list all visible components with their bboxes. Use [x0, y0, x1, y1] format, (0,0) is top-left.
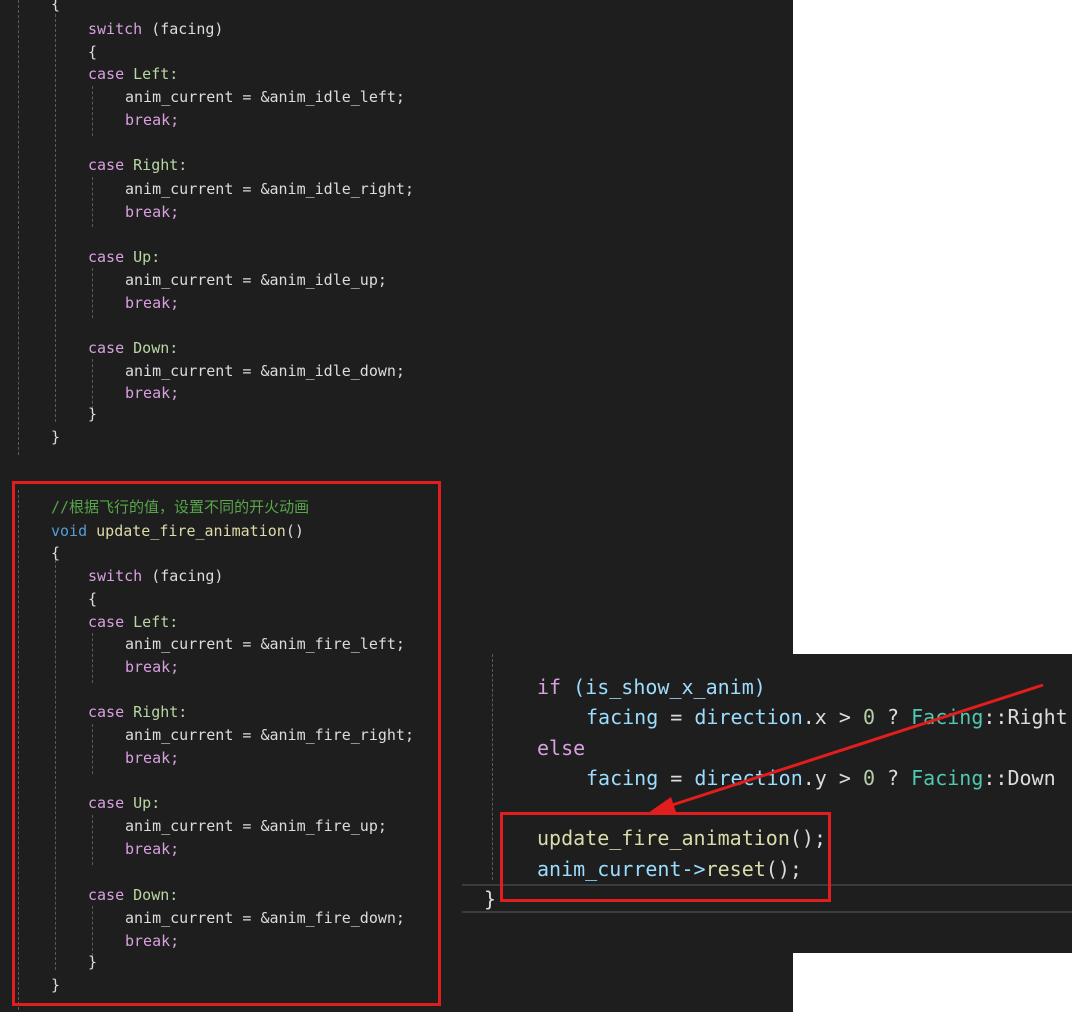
annotation-arrow-icon — [648, 683, 1044, 815]
